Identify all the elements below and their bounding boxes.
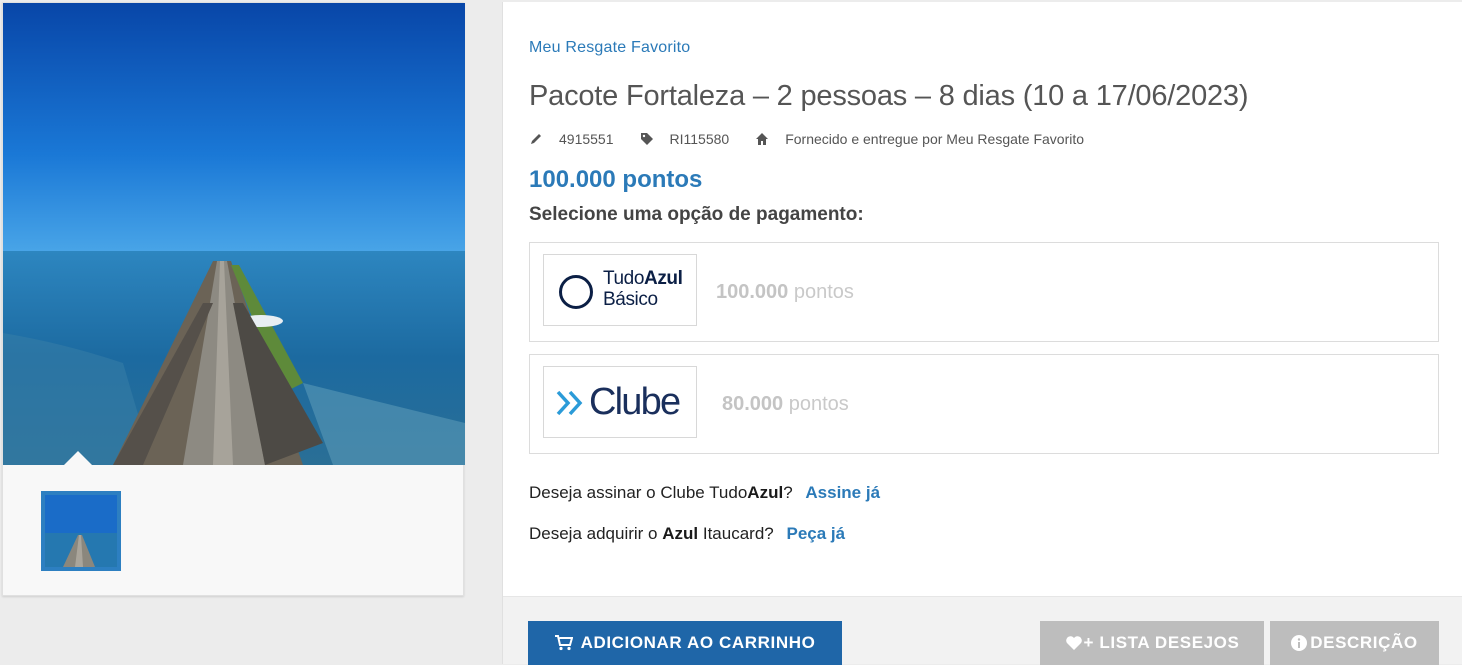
product-title: Pacote Fortaleza – 2 pessoas – 8 dias (1… [529, 80, 1249, 112]
payment-option-points: 100.000 pontos [716, 281, 854, 303]
clube-subscribe-prompt: Deseja assinar o Clube TudoAzul? Assine … [529, 483, 881, 502]
clube-logo: Clube [543, 366, 697, 438]
product-thumbnail[interactable] [41, 491, 121, 571]
payment-option-clube[interactable]: Clube 80.000 pontos [529, 354, 1439, 454]
add-to-cart-button[interactable]: ADICIONAR AO CARRINHO [528, 621, 842, 665]
info-icon [1291, 635, 1308, 651]
tag-icon [640, 133, 653, 145]
heart-icon [1065, 636, 1082, 650]
gallery-card [2, 2, 465, 596]
thumbnail-pointer [63, 451, 93, 466]
product-meta: 4915551 RI115580 Fornecido e entregue po… [529, 131, 1110, 147]
tudoazul-ring-icon [559, 275, 593, 309]
product-details-card: Meu Resgate Favorito Pacote Fortaleza – … [502, 2, 1462, 664]
description-button[interactable]: DESCRIÇÃO [1270, 621, 1439, 665]
double-chevron-icon [556, 390, 583, 416]
pencil-icon [531, 134, 541, 144]
clube-subscribe-link[interactable]: Assine já [805, 483, 880, 502]
tudoazul-logo-text: TudoAzul Básico [603, 268, 683, 310]
payment-option-label: Selecione uma opção de pagamento: [529, 204, 864, 225]
itaucard-link[interactable]: Peça já [786, 524, 845, 543]
product-price: 100.000 pontos [529, 166, 703, 193]
home-icon [756, 133, 769, 145]
itaucard-prompt: Deseja adquirir o Azul Itaucard? Peça já [529, 524, 846, 543]
product-sku: 4915551 [559, 131, 614, 147]
brand-link[interactable]: Meu Resgate Favorito [529, 39, 690, 57]
tudoazul-basico-logo: TudoAzul Básico [543, 254, 697, 326]
payment-option-points: 80.000 pontos [722, 393, 849, 415]
product-main-image[interactable] [3, 3, 465, 465]
cart-icon [554, 635, 573, 651]
wishlist-button[interactable]: + LISTA DESEJOS [1040, 621, 1264, 665]
product-supplier: Fornecido e entregue por Meu Resgate Fav… [785, 131, 1085, 147]
product-ref: RI115580 [669, 131, 730, 147]
payment-option-tudoazul-basico[interactable]: TudoAzul Básico 100.000 pontos [529, 242, 1439, 342]
clube-logo-text: Clube [589, 381, 681, 423]
